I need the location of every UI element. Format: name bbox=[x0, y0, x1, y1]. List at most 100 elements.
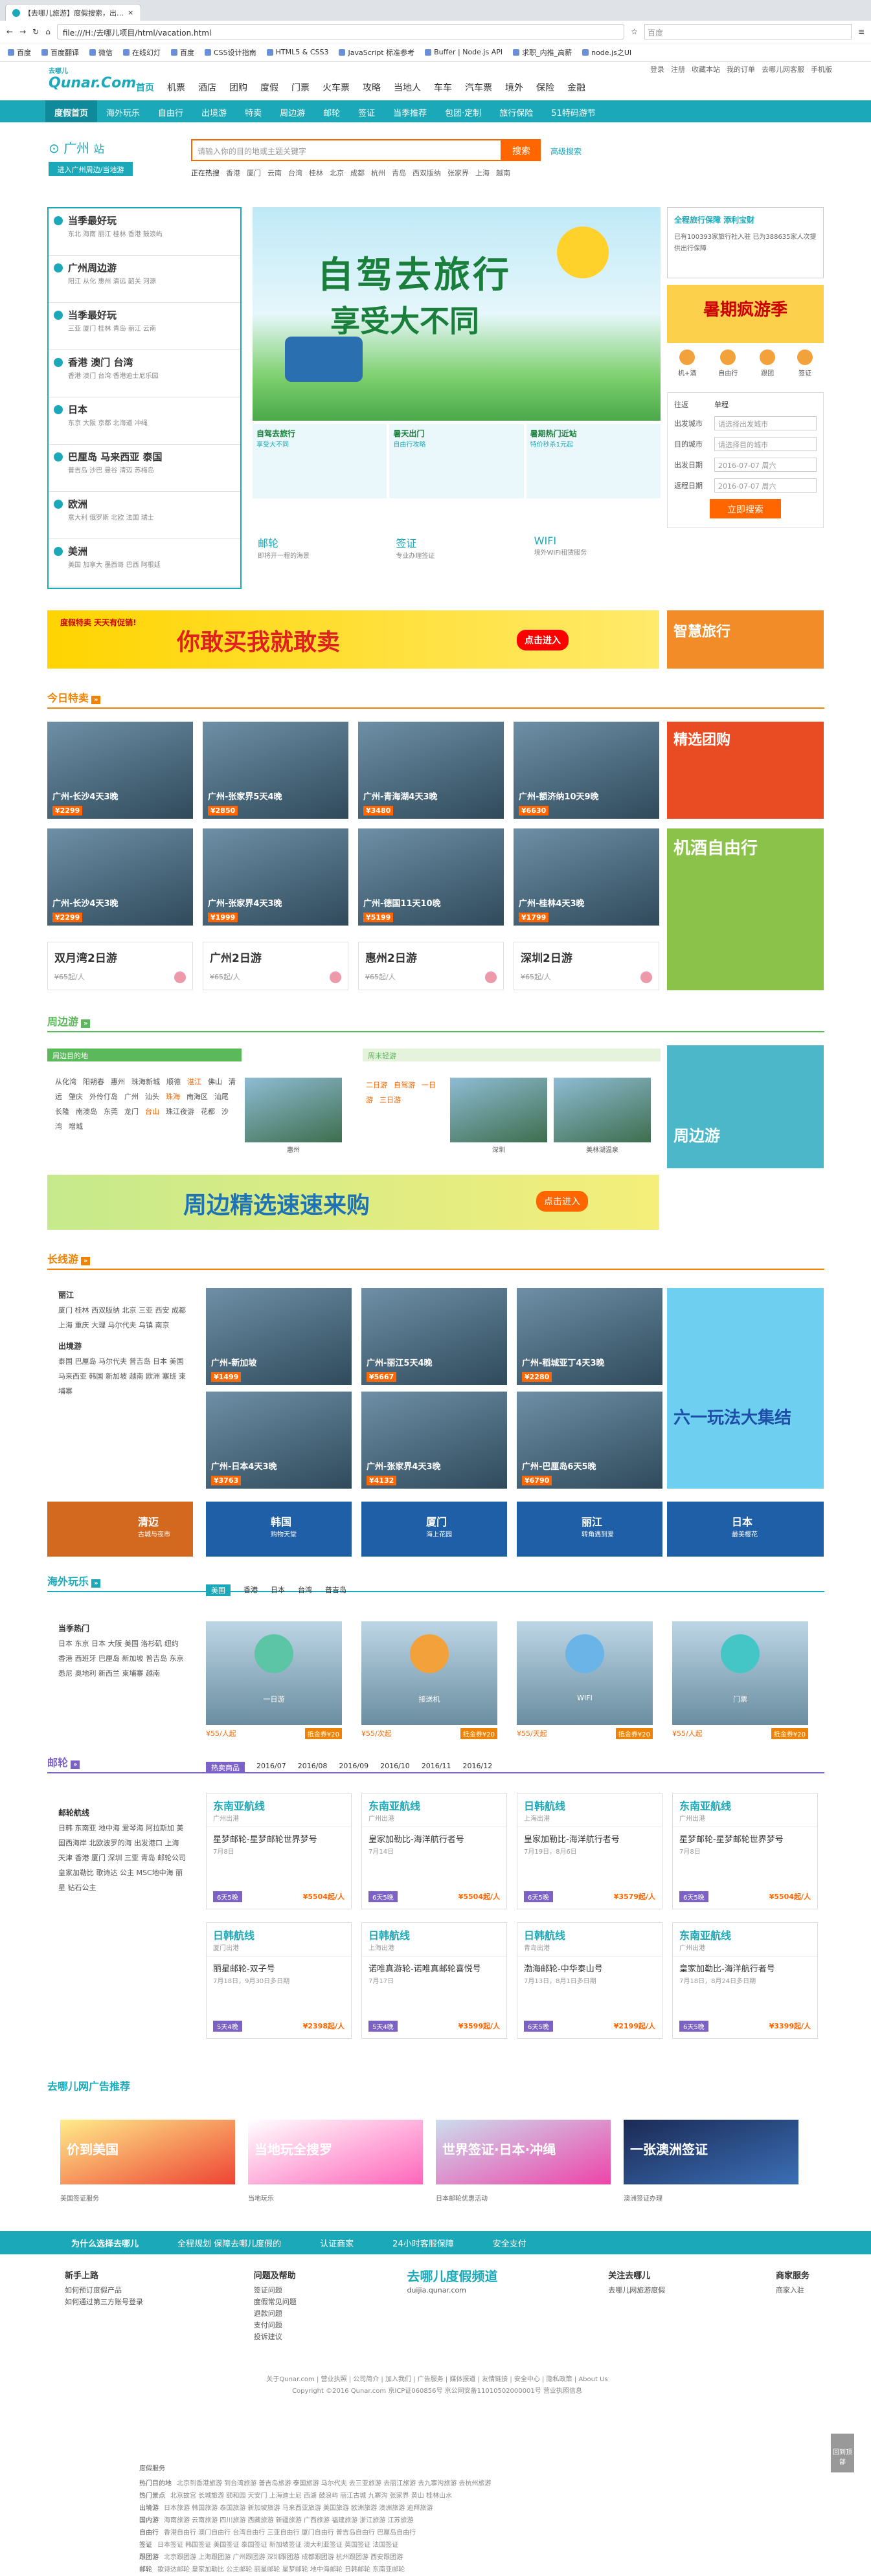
menu-sub[interactable]: 美国 加拿大 墨西哥 巴西 阿根廷 bbox=[68, 561, 234, 571]
long-dest-block[interactable]: 清迈 古城与夜市 bbox=[47, 1502, 193, 1557]
smart-travel-ad[interactable]: 智慧旅行 bbox=[667, 610, 824, 669]
from-city-input[interactable]: 请选择出发城市 bbox=[714, 416, 817, 430]
around-place[interactable]: 南海区 bbox=[187, 1093, 208, 1101]
cruise-tab[interactable]: 2016/07 bbox=[256, 1762, 286, 1773]
hot-keyword[interactable]: 厦门 bbox=[247, 168, 261, 178]
around-place[interactable]: 增城 bbox=[69, 1122, 83, 1131]
around-place[interactable]: 广州 bbox=[124, 1093, 139, 1101]
long-photo[interactable]: 广州-丽江5天4晚 ¥5667 bbox=[361, 1288, 507, 1385]
around-place[interactable]: 花都 bbox=[201, 1107, 215, 1116]
footer-col-link[interactable]: 商家入驻 bbox=[776, 2285, 809, 2296]
reload-icon[interactable]: ↻ bbox=[32, 27, 39, 36]
menu-sub[interactable]: 香港 澳门 台湾 香港迪士尼乐园 bbox=[68, 372, 234, 382]
top-link[interactable]: 登录 bbox=[650, 64, 664, 74]
day-trip-card[interactable]: 惠州2日游 ¥65起/人 bbox=[358, 942, 504, 990]
nav-item[interactable]: 汽车票 bbox=[465, 81, 492, 94]
nav-item[interactable]: 境外 bbox=[505, 81, 523, 94]
link-row-values[interactable]: 北京跟团游 上海跟团游 广州跟团游 深圳跟团游 成都跟团游 杭州跟团游 西安跟团… bbox=[164, 2554, 403, 2561]
cruise-left-items[interactable]: 日韩 东南亚 地中海 爱琴海 阿拉斯加 美国西海岸 北欧波罗的海 出发港口 上海… bbox=[58, 1824, 186, 1892]
deal-photo[interactable]: 广州-张家界5天4晚 ¥2850 bbox=[203, 722, 348, 819]
forward-icon[interactable]: → bbox=[19, 27, 26, 36]
cruise-tab[interactable]: 2016/09 bbox=[339, 1762, 368, 1773]
link-row-values[interactable]: 北京故宫 长城旅游 颐和园 天安门 上海迪士尼 西湖 鼓浪屿 丽江古城 九寨沟 … bbox=[170, 2493, 452, 2500]
product-tab[interactable]: 签证 bbox=[797, 350, 813, 388]
around-place[interactable]: 汕头 bbox=[145, 1093, 159, 1101]
hot-keyword[interactable]: 张家界 bbox=[447, 168, 469, 178]
subnav-item[interactable]: 周边游 bbox=[271, 100, 314, 122]
long-dest-block[interactable]: 厦门 海上花园 bbox=[361, 1502, 507, 1557]
bookmark-item[interactable]: Buffer | Node.js API bbox=[425, 48, 503, 56]
around-place[interactable]: 台山 bbox=[145, 1107, 159, 1116]
around-place[interactable]: 佛山 bbox=[208, 1078, 222, 1086]
bookmark-item[interactable]: JavaScript 标准参考 bbox=[339, 47, 414, 58]
cruise-card[interactable]: 东南亚航线 广州出港 星梦邮轮-星梦邮轮世界梦号 7月8日 6天5晚 ¥5504起/人 bbox=[672, 1793, 818, 1909]
nav-item[interactable]: 车车 bbox=[434, 81, 452, 94]
abroad-left-items[interactable]: 日本 东京 日本 大阪 美国 洛杉矶 纽约 香港 西班牙 巴厘岛 新加坡 普吉岛… bbox=[58, 1639, 183, 1678]
advanced-search-link[interactable]: 高级搜索 bbox=[550, 146, 582, 157]
back-icon[interactable]: ← bbox=[6, 27, 13, 36]
top-link[interactable]: 去哪儿网客服 bbox=[762, 64, 804, 74]
star-icon[interactable]: ☆ bbox=[631, 27, 638, 36]
product-tab[interactable]: 机+酒 bbox=[678, 350, 696, 388]
deal-photo[interactable]: 广州-长沙4天3晚 ¥2299 bbox=[47, 722, 193, 819]
promo-banner[interactable]: 世界签证·日本·冲绳 日本邮轮优惠活动 bbox=[436, 2120, 611, 2203]
menu-icon[interactable]: ≡ bbox=[858, 27, 865, 36]
menu-item[interactable]: 美洲 美国 加拿大 墨西哥 巴西 阿根廷 bbox=[49, 539, 240, 586]
hot-keyword[interactable]: 北京 bbox=[330, 168, 344, 178]
footer-col-link[interactable]: 如何预订度假产品 bbox=[65, 2285, 143, 2296]
subnav-item[interactable]: 自由行 bbox=[149, 100, 192, 122]
abroad-item[interactable]: 门票 ¥55/人起 抵金券¥20 bbox=[672, 1621, 808, 1739]
around-place[interactable]: 外伶仃岛 bbox=[89, 1093, 118, 1101]
long-group-items[interactable]: 厦门 桂林 西双版纳 北京 三亚 西安 成都 上海 重庆 大理 马尔代夫 乌镇 … bbox=[58, 1303, 188, 1333]
bookmark-item[interactable]: 百度翻译 bbox=[41, 47, 79, 58]
abroad-item[interactable]: 接送机 ¥55/次起 抵金券¥20 bbox=[361, 1621, 497, 1739]
browser-search-input[interactable]: 百度 bbox=[644, 24, 852, 39]
cruise-card[interactable]: 日韩航线 青岛出港 渤海邮轮-中华泰山号 7月13日，8月1日多日期 6天5晚 ¥2199… bbox=[517, 1922, 662, 2039]
bookmark-item[interactable]: CSS设计指南 bbox=[205, 47, 256, 58]
menu-sub[interactable]: 东北 海南 丽江 桂林 香港 鼓浪屿 bbox=[68, 230, 234, 240]
abroad-tab[interactable]: 美国 bbox=[206, 1584, 231, 1596]
promo-banner[interactable]: 价到美国 美国签证服务 bbox=[60, 2120, 235, 2203]
footer-col-link[interactable]: duijia.qunar.com bbox=[407, 2285, 497, 2296]
around-place[interactable]: 汕尾 bbox=[214, 1093, 229, 1101]
hot-keyword[interactable]: 成都 bbox=[350, 168, 365, 178]
around-banner[interactable]: 周边精选速速来购 点击进入 bbox=[47, 1175, 659, 1230]
abroad-tab[interactable]: 台湾 bbox=[298, 1584, 312, 1596]
top-link[interactable]: 注册 bbox=[671, 64, 685, 74]
abroad-tab[interactable]: 香港 bbox=[243, 1584, 258, 1596]
link-row-values[interactable]: 日本签证 韩国签证 美国签证 泰国签证 新加坡签证 澳大利亚签证 英国签证 法国… bbox=[157, 2542, 398, 2549]
hot-keyword[interactable]: 越南 bbox=[496, 168, 510, 178]
long-dest-block[interactable]: 丽江 转角遇到爱 bbox=[517, 1502, 662, 1557]
around-side-ad[interactable]: 周边游 bbox=[667, 1045, 824, 1168]
trip-type-option[interactable]: 单程 bbox=[714, 399, 729, 410]
around-tag[interactable]: 三日游 bbox=[379, 1096, 401, 1104]
mini-banner[interactable]: 暑天出门 自由行攻略 bbox=[389, 424, 524, 498]
nav-item[interactable]: 攻略 bbox=[363, 81, 381, 94]
abroad-tab[interactable]: 普吉岛 bbox=[325, 1584, 346, 1596]
bookmark-item[interactable]: node.js之UI bbox=[582, 47, 631, 58]
deal-photo[interactable]: 广州-额济纳10天9晚 ¥6630 bbox=[514, 722, 659, 819]
summer-ad[interactable]: 暑期疯游季 bbox=[667, 285, 824, 343]
footer-col-link[interactable]: 支付问题 bbox=[254, 2320, 297, 2331]
menu-item[interactable]: 日本 东京 大阪 京都 北海道 冲绳 bbox=[49, 397, 240, 445]
product-tab[interactable]: 自由行 bbox=[718, 350, 738, 388]
menu-item[interactable]: 当季最好玩 东北 海南 丽江 桂林 香港 鼓浪屿 bbox=[49, 208, 240, 256]
deal-photo[interactable]: 广州-青海湖4天3晚 ¥3480 bbox=[358, 722, 504, 819]
cruise-card[interactable]: 东南亚航线 广州出港 皇家加勒比-海洋航行者号 7月14日 6天5晚 ¥5504起/人 bbox=[361, 1793, 507, 1909]
deal-photo[interactable]: 广州-桂林4天3晚 ¥1799 bbox=[514, 828, 659, 926]
around-place[interactable]: 龙门 bbox=[124, 1107, 139, 1116]
to-city-input[interactable]: 请选择目的城市 bbox=[714, 437, 817, 451]
bookmark-item[interactable]: 微信 bbox=[89, 47, 113, 58]
nav-item[interactable]: 火车票 bbox=[322, 81, 350, 94]
nav-item[interactable]: 当地人 bbox=[394, 81, 421, 94]
hot-keyword[interactable]: 杭州 bbox=[371, 168, 385, 178]
deal-photo[interactable]: 广州-德国11天10晚 ¥5199 bbox=[358, 828, 504, 926]
menu-item[interactable]: 广州周边游 阳江 从化 惠州 清远 韶关 河源 bbox=[49, 256, 240, 303]
menu-item[interactable]: 巴厘岛 马来西亚 泰国 普吉岛 沙巴 曼谷 清迈 苏梅岛 bbox=[49, 445, 240, 492]
footer-col-link[interactable]: 如何通过第三方账号登录 bbox=[65, 2296, 143, 2308]
copy-links[interactable]: 关于Qunar.com | 营业执照 | 公司简介 | 加入我们 | 广告服务 … bbox=[194, 2374, 680, 2386]
cruise-tab[interactable]: 2016/11 bbox=[422, 1762, 451, 1773]
browser-tab[interactable]: 【去哪儿旅游】度假搜索，出… × bbox=[5, 4, 141, 21]
back-to-top-button[interactable]: 回到顶部 bbox=[831, 2434, 854, 2472]
around-place[interactable]: 阳朔春 bbox=[83, 1078, 104, 1086]
